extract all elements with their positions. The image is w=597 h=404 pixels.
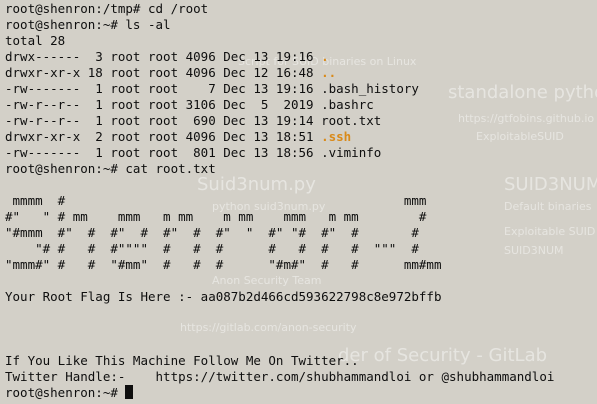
listing-row: -rw-r--r-- 1 root root 690 Dec 13 19:14 …: [5, 113, 554, 129]
command-line-cat: root@shenron:~# cat root.txt: [5, 161, 216, 176]
prompt-line[interactable]: root@shenron:~#: [5, 385, 554, 401]
listing-row-name: ..: [321, 65, 337, 80]
listing-row-meta: -rw-r--r-- 1 root root 690 Dec 13 19:14: [5, 113, 322, 128]
listing-row: -rw-r--r-- 1 root root 3106 Dec 5 2019 .…: [5, 97, 554, 113]
listing-row: drwxr-xr-x 2 root root 4096 Dec 13 18:51…: [5, 129, 554, 145]
terminal-output: root@shenron:/tmp# cd /root root@shenron…: [5, 1, 554, 401]
listing-row-name: .viminfo: [321, 145, 382, 160]
listing-row: drwxr-xr-x 18 root root 4096 Dec 12 16:4…: [5, 65, 554, 81]
terminal-window[interactable]: Script for SUID binaries on Linux standa…: [0, 0, 597, 404]
command-line-cd: root@shenron:/tmp# cd /root: [5, 1, 209, 16]
ascii-art-row: "mmm#" # # "#mm" # # # "#m#" # # mm#mm: [5, 257, 442, 272]
listing-row: drwx------ 3 root root 4096 Dec 13 19:16…: [5, 49, 554, 65]
listing-row-meta: -rw------- 1 root root 7 Dec 13 19:16: [5, 81, 322, 96]
follow-message: If You Like This Machine Follow Me On Tw…: [5, 353, 359, 368]
text-cursor[interactable]: [125, 385, 134, 399]
listing-row-meta: -rw-r--r-- 1 root root 3106 Dec 5 2019: [5, 97, 322, 112]
command-line-ls: root@shenron:~# ls -al: [5, 17, 171, 32]
listing-total: total 28: [5, 33, 66, 48]
listing-row: -rw------- 1 root root 7 Dec 13 19:16 .b…: [5, 81, 554, 97]
shell-prompt: root@shenron:~#: [5, 385, 126, 400]
listing-row-name: .: [321, 49, 329, 64]
listing-row-name: .bash_history: [321, 81, 419, 96]
ascii-art-row: mmmm # mmm: [5, 193, 427, 208]
listing-row-meta: -rw------- 1 root root 801 Dec 13 18:56: [5, 145, 322, 160]
root-flag-line: Your Root Flag Is Here :- aa087b2d466cd5…: [5, 289, 442, 304]
listing-row-meta: drwxr-xr-x 18 root root 4096 Dec 12 16:4…: [5, 65, 322, 80]
listing-row-meta: drwx------ 3 root root 4096 Dec 13 19:16: [5, 49, 322, 64]
listing-row: -rw------- 1 root root 801 Dec 13 18:56 …: [5, 145, 554, 161]
ascii-art-row: #" " # mm mmm m mm m mm mmm m mm #: [5, 209, 427, 224]
listing-row-name: root.txt: [321, 113, 382, 128]
listing-row-name: .ssh: [321, 129, 352, 144]
listing-row-name: .bashrc: [321, 97, 374, 112]
listing-row-meta: drwxr-xr-x 2 root root 4096 Dec 13 18:51: [5, 129, 322, 144]
ascii-art-row: "#mmm #" # #" # #" # #" " #" "# #" # #: [5, 225, 419, 240]
twitter-handle-line: Twitter Handle:- https://twitter.com/shu…: [5, 369, 555, 384]
ascii-art-row: "# # # #"""" # # # # # # # """ #: [5, 241, 419, 256]
